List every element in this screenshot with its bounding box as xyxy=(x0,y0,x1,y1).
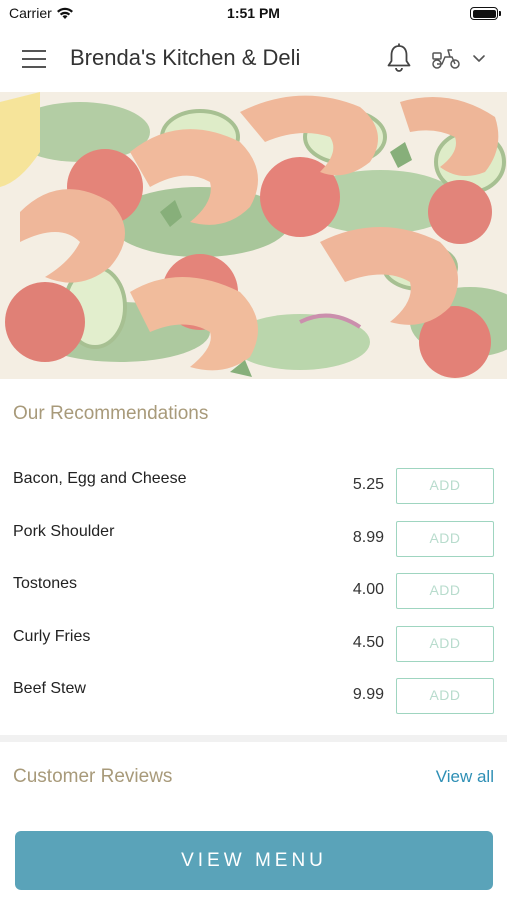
add-button[interactable]: ADD xyxy=(396,678,494,714)
hero-food-image xyxy=(0,92,507,379)
item-price: 9.99 xyxy=(352,686,384,703)
nav-bar: Brenda's Kitchen & Deli xyxy=(0,28,507,92)
recommendation-item: Tostones 4.00 ADD xyxy=(0,573,507,613)
section-divider xyxy=(0,735,507,742)
item-name: Pork Shoulder xyxy=(13,523,115,540)
item-name: Bacon, Egg and Cheese xyxy=(13,470,187,487)
item-price: 4.50 xyxy=(352,634,384,651)
add-button[interactable]: ADD xyxy=(396,573,494,609)
scooter-icon[interactable] xyxy=(430,44,462,72)
reviews-heading: Customer Reviews xyxy=(13,766,173,787)
item-name: Tostones xyxy=(13,575,78,592)
status-time: 1:51 PM xyxy=(227,5,280,21)
recommendation-item: Beef Stew 9.99 ADD xyxy=(0,678,507,718)
item-price: 4.00 xyxy=(352,581,384,598)
item-price: 5.25 xyxy=(352,476,384,493)
recommendation-item: Pork Shoulder 8.99 ADD xyxy=(0,521,507,561)
restaurant-title: Brenda's Kitchen & Deli xyxy=(70,45,301,70)
view-menu-button[interactable]: VIEW MENU xyxy=(15,831,493,890)
add-button[interactable]: ADD xyxy=(396,521,494,557)
recommendation-item: Curly Fries 4.50 ADD xyxy=(0,626,507,666)
item-price: 8.99 xyxy=(352,529,384,546)
view-all-reviews-link[interactable]: View all xyxy=(436,767,494,787)
menu-icon[interactable] xyxy=(22,50,48,70)
add-button[interactable]: ADD xyxy=(396,626,494,662)
item-name: Curly Fries xyxy=(13,628,91,645)
battery-icon xyxy=(470,7,501,20)
recommendation-item: Bacon, Egg and Cheese 5.25 ADD xyxy=(0,468,507,508)
status-bar: Carrier 1:51 PM xyxy=(0,0,507,28)
recommendations-heading: Our Recommendations xyxy=(13,403,209,424)
item-name: Beef Stew xyxy=(13,680,86,697)
bell-icon[interactable] xyxy=(384,42,414,74)
add-button[interactable]: ADD xyxy=(396,468,494,504)
chevron-down-icon[interactable] xyxy=(471,52,487,64)
